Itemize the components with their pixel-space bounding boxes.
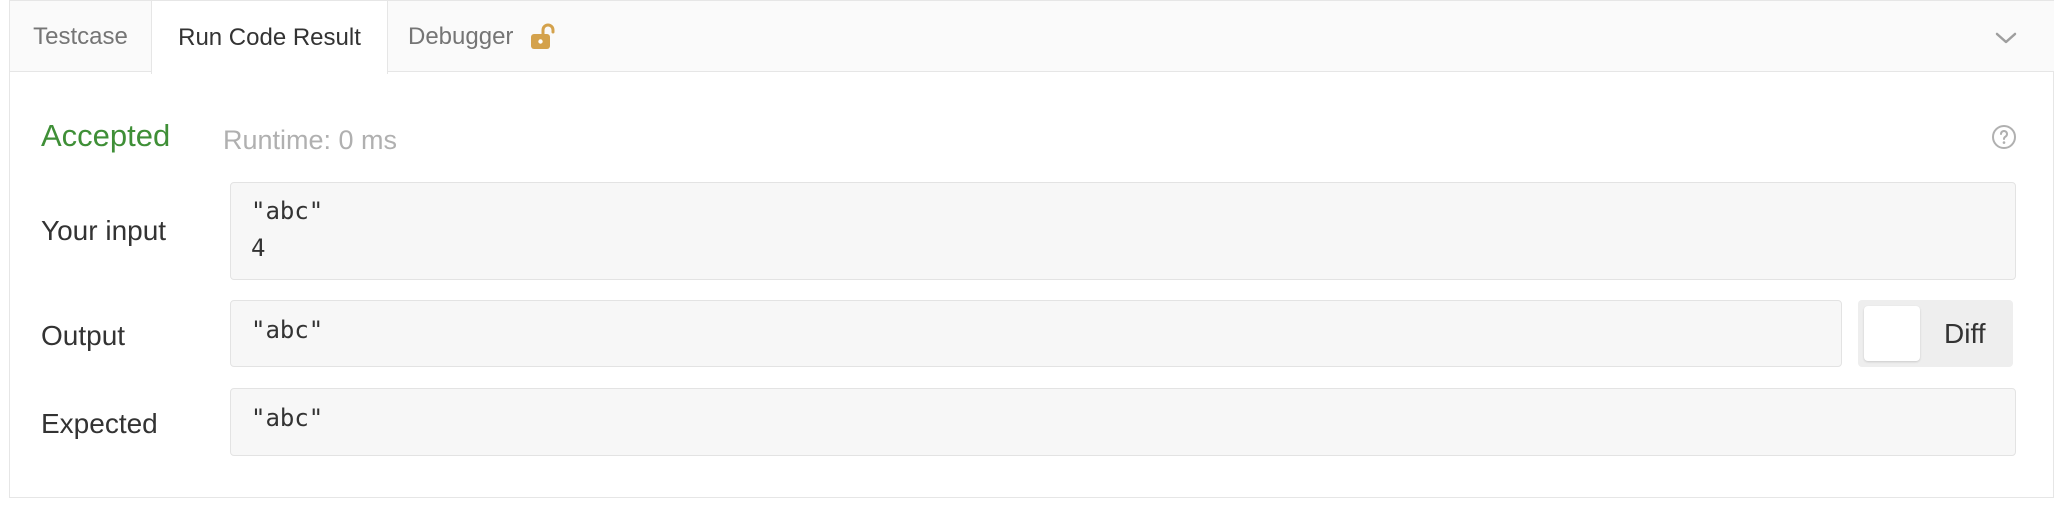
input-line: "abc" <box>251 197 324 225</box>
output-box: "abc" <box>230 300 1842 367</box>
tab-run-code-result-label: Run Code Result <box>178 23 361 51</box>
your-input-box: "abc" 4 <box>230 182 2016 280</box>
diff-label: Diff <box>1944 318 1986 349</box>
diff-toggle[interactable]: Diff <box>1858 300 2013 367</box>
tab-testcase-label: Testcase <box>33 23 128 50</box>
chevron-down-icon[interactable] <box>1991 23 2021 53</box>
output-label: Output <box>41 320 126 351</box>
diff-toggle-knob[interactable] <box>1864 306 1920 361</box>
expected-label: Expected <box>41 408 158 439</box>
result-status: Accepted <box>41 118 171 153</box>
tab-debugger[interactable]: Debugger <box>388 1 574 73</box>
tab-run-code-result[interactable]: Run Code Result <box>151 1 388 74</box>
help-circle-icon[interactable] <box>1991 124 2017 150</box>
expected-box: "abc" <box>230 388 2016 456</box>
your-input-label: Your input <box>41 215 167 246</box>
tab-bar: Testcase Run Code Result Debugger <box>10 0 2054 74</box>
tab-debugger-label: Debugger <box>408 23 514 50</box>
unlock-icon <box>531 23 555 49</box>
expected-value: "abc" <box>251 404 324 432</box>
tab-testcase[interactable]: Testcase <box>10 1 151 73</box>
runtime-text: Runtime: 0 ms <box>223 125 398 155</box>
input-line: 4 <box>251 234 266 262</box>
output-value: "abc" <box>251 316 324 344</box>
